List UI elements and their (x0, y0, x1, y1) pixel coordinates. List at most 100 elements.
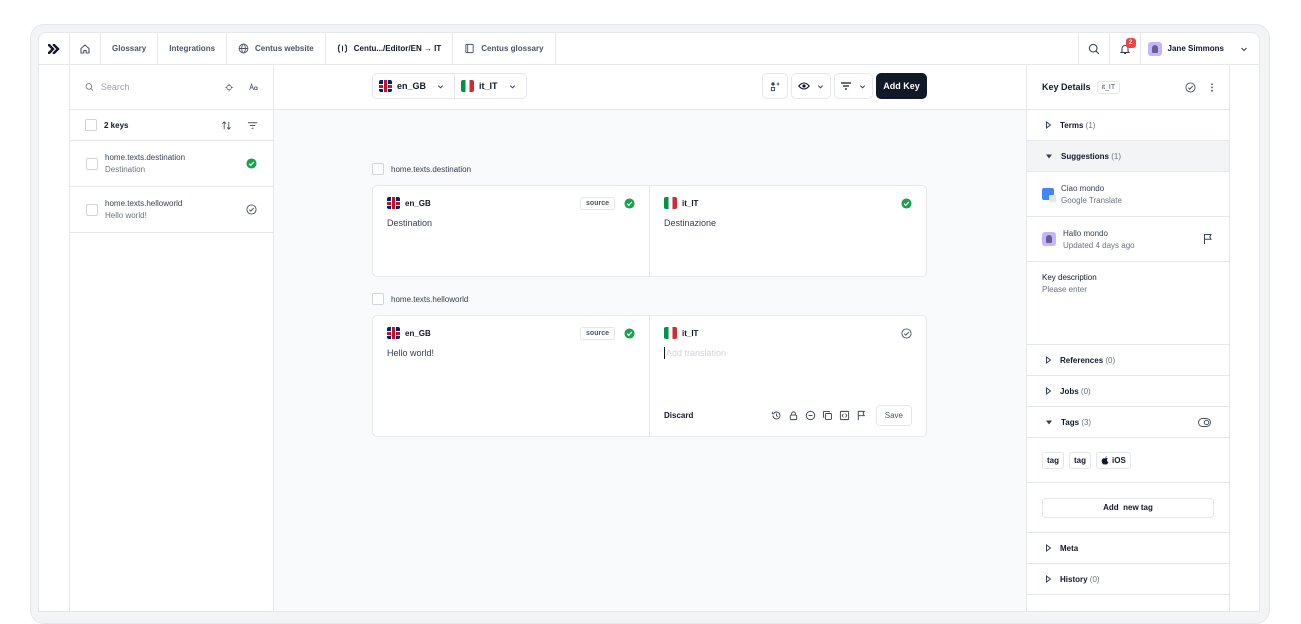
section-terms[interactable]: Terms (1) (1027, 110, 1229, 141)
sort-icon[interactable] (221, 120, 232, 131)
add-tag-button[interactable]: Add new tag (1042, 497, 1214, 518)
section-count: (1) (1111, 151, 1122, 161)
editor-toolbar: en_GB it_IT Add Key (274, 65, 1026, 110)
filter-icon (841, 82, 851, 90)
entry-checkbox[interactable] (372, 163, 384, 175)
source-language-label: en_GB (405, 198, 431, 208)
details-header: Key Details it_IT (1027, 65, 1229, 110)
suggestion-item[interactable]: Ciao mondo Google Translate (1027, 172, 1229, 217)
tag-chip[interactable]: tag (1069, 451, 1091, 469)
check-filled-icon (246, 158, 257, 169)
suggestion-item[interactable]: Hallo mondo Updated 4 days ago (1027, 217, 1229, 262)
source-language-label: en_GB (397, 81, 427, 91)
add-key-button[interactable]: Add Key (876, 73, 927, 99)
section-count: (1) (1085, 120, 1096, 130)
shapes-button[interactable] (762, 73, 788, 99)
match-case-icon[interactable] (249, 82, 258, 92)
italy-flag-icon (664, 327, 677, 339)
tab-glossary[interactable]: Glossary (101, 33, 159, 64)
key-description[interactable]: Key description Please enter (1027, 262, 1229, 345)
tab-centus-glossary[interactable]: Centus glossary (453, 33, 556, 64)
tab-label: Glossary (112, 44, 147, 53)
app-logo[interactable] (39, 33, 70, 64)
logo-icon (48, 43, 60, 54)
section-label: Terms (1060, 120, 1084, 130)
home-tab[interactable] (70, 33, 101, 64)
tab-label: Centus website (255, 44, 314, 53)
filter-dropdown[interactable] (834, 73, 873, 99)
user-name: Jane Simmons (1167, 44, 1224, 53)
section-count: (0) (1089, 574, 1100, 584)
check-outline-icon[interactable] (1185, 81, 1196, 93)
uk-flag-icon (387, 327, 400, 339)
flag-icon[interactable] (1202, 233, 1214, 245)
lock-icon[interactable] (788, 410, 799, 421)
globe-icon (238, 43, 249, 54)
list-item[interactable]: home.texts.destination Destination (70, 141, 273, 187)
italy-flag-icon (664, 197, 677, 209)
apple-icon (1101, 455, 1109, 464)
target-language-select[interactable]: it_IT (454, 74, 526, 98)
triangle-down-icon (1046, 154, 1052, 158)
history-icon[interactable] (771, 410, 782, 421)
suggestion-text: Ciao mondo (1061, 183, 1105, 193)
chevron-down-icon (437, 84, 444, 89)
save-button[interactable]: Save (875, 405, 912, 426)
tab-editor[interactable]: Centu.../Editor/EN → IT (326, 33, 454, 64)
source-language-select[interactable]: en_GB (373, 74, 454, 98)
tag-label: tag (1074, 455, 1086, 465)
key-name: home.texts.helloworld (105, 199, 183, 208)
translation-card: en_GB source Hello world! it_IT Add tran… (372, 315, 927, 437)
flag-icon[interactable] (856, 410, 867, 421)
tags-list: tag tag iOS (1027, 438, 1229, 483)
triangle-down-icon (1046, 420, 1052, 424)
placeholder-icon[interactable] (839, 410, 850, 421)
section-history[interactable]: History (0) (1027, 564, 1229, 595)
toggle-icon[interactable] (1198, 417, 1211, 427)
user-menu[interactable]: Jane Simmons (1139, 33, 1259, 64)
target-cell[interactable]: it_IT Destinazione (649, 186, 926, 276)
minus-circle-icon[interactable] (805, 410, 816, 421)
translation-input[interactable]: Add translation (664, 347, 912, 359)
check-outline-icon[interactable] (901, 327, 912, 339)
section-tags[interactable]: Tags (3) (1027, 407, 1229, 438)
section-meta[interactable]: Meta (1027, 533, 1229, 564)
item-checkbox[interactable] (86, 203, 98, 216)
global-search-button[interactable] (1077, 33, 1109, 64)
locale-badge: it_IT (1096, 80, 1121, 94)
suggestion-text: Hallo mondo (1063, 228, 1108, 238)
select-all-checkbox[interactable] (85, 119, 97, 131)
keys-panel: 2 keys home.texts.destination Destinatio… (70, 65, 274, 611)
filter-icon[interactable] (247, 120, 258, 131)
more-vertical-icon[interactable] (1210, 82, 1214, 93)
tab-integrations[interactable]: Integrations (158, 33, 228, 64)
check-filled-icon (624, 197, 635, 209)
crosshair-icon[interactable] (225, 82, 233, 93)
item-checkbox[interactable] (86, 157, 98, 170)
view-dropdown[interactable] (791, 73, 831, 99)
section-references[interactable]: References (0) (1027, 345, 1229, 376)
section-suggestions[interactable]: Suggestions (1) (1027, 141, 1229, 172)
list-item[interactable]: home.texts.helloworld Hello world! (70, 187, 273, 233)
entry-header: home.texts.helloworld (372, 293, 468, 305)
section-label: Suggestions (1061, 151, 1110, 161)
copy-icon[interactable] (822, 410, 833, 421)
description-label: Key description (1042, 273, 1097, 282)
chevron-down-icon (817, 84, 823, 89)
tag-chip[interactable]: iOS (1096, 451, 1131, 469)
source-badge: source (580, 196, 615, 210)
section-count: (0) (1105, 355, 1116, 365)
tag-chip[interactable]: tag (1042, 451, 1064, 469)
section-jobs[interactable]: Jobs (0) (1027, 376, 1229, 407)
avatar (1147, 41, 1162, 56)
section-label: History (1060, 574, 1088, 584)
language-selector: en_GB it_IT (372, 73, 527, 99)
discard-button[interactable]: Discard (664, 411, 693, 420)
left-nav-strip (39, 65, 70, 611)
search-input[interactable] (100, 82, 218, 92)
notifications-button[interactable]: 2 (1108, 33, 1140, 64)
check-outline-icon (246, 204, 257, 215)
tab-centus-website[interactable]: Centus website (227, 33, 326, 64)
entry-checkbox[interactable] (372, 293, 384, 305)
key-details-panel: Key Details it_IT Terms (1) Suggestions … (1026, 65, 1230, 611)
